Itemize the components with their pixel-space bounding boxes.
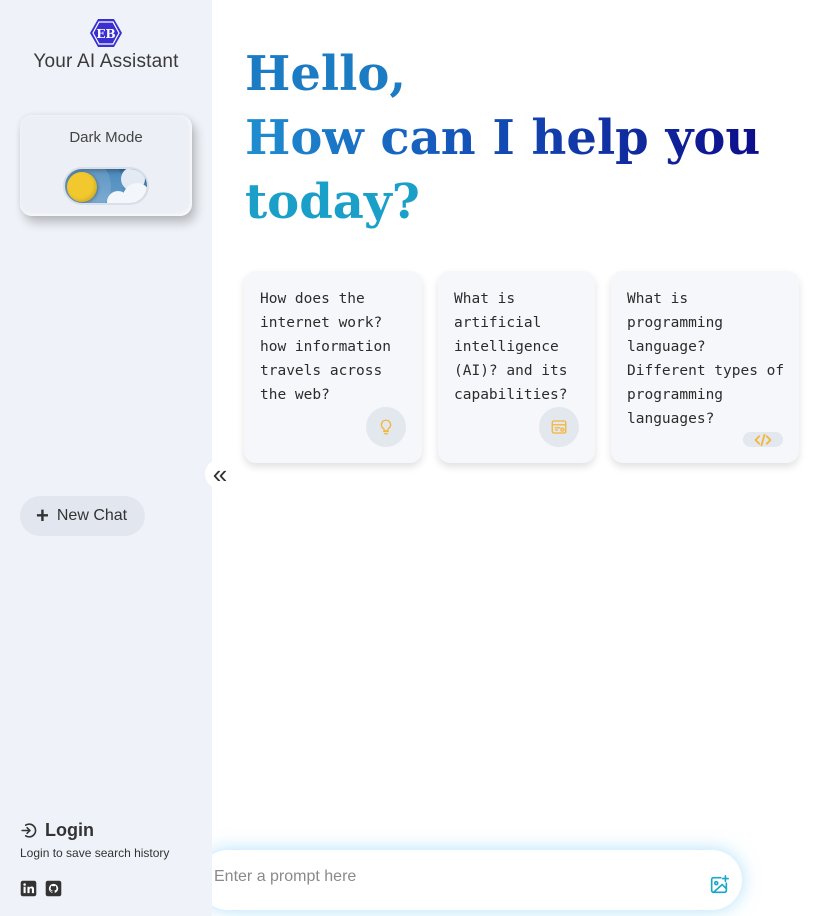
brand-logo: EB xyxy=(89,18,123,48)
sidebar: EB Your AI Assistant Dark Mode + New Cha… xyxy=(0,0,212,916)
login-subtext: Login to save search history xyxy=(20,846,170,860)
sun-icon xyxy=(67,172,97,202)
new-chat-label: New Chat xyxy=(56,507,128,524)
suggestion-text: What is artificial intelligence (AI)? an… xyxy=(454,291,568,403)
greeting-heading: Hello, How can I help you today? xyxy=(245,42,760,234)
linkedin-icon[interactable] xyxy=(20,880,37,897)
greeting-line-3: today? xyxy=(245,174,420,230)
login-icon xyxy=(20,822,37,839)
greeting-line-2: How can I help you xyxy=(245,106,760,170)
suggestion-card[interactable]: How does the internet work? how informat… xyxy=(244,271,422,463)
dark-mode-toggle[interactable] xyxy=(63,167,149,205)
new-chat-button[interactable]: + New Chat xyxy=(20,496,145,536)
browser-window-icon xyxy=(539,407,579,447)
suggestion-card[interactable]: What is artificial intelligence (AI)? an… xyxy=(438,271,595,463)
login-label: Login xyxy=(45,820,94,840)
plus-icon: + xyxy=(36,503,49,528)
dark-mode-label: Dark Mode xyxy=(69,129,143,146)
add-image-icon[interactable] xyxy=(708,874,730,896)
prompt-bar xyxy=(198,850,742,910)
social-links xyxy=(20,880,62,897)
login-button[interactable]: Login xyxy=(20,820,94,841)
suggestion-text: What is programming language? Different … xyxy=(627,291,785,427)
suggestion-card[interactable]: What is programming language? Different … xyxy=(611,271,799,463)
code-icon xyxy=(743,432,783,447)
prompt-input[interactable] xyxy=(214,868,684,886)
greeting-line-1: Hello, xyxy=(245,46,407,102)
suggestion-text: How does the internet work? how informat… xyxy=(260,291,391,403)
cloud-icon xyxy=(123,183,147,203)
logo-text: EB xyxy=(96,27,115,41)
github-icon[interactable] xyxy=(45,880,62,897)
dark-mode-card: Dark Mode xyxy=(20,115,192,216)
lightbulb-icon xyxy=(366,407,406,447)
collapse-sidebar-button[interactable]: « xyxy=(205,459,235,489)
app-title: Your AI Assistant xyxy=(33,51,179,72)
